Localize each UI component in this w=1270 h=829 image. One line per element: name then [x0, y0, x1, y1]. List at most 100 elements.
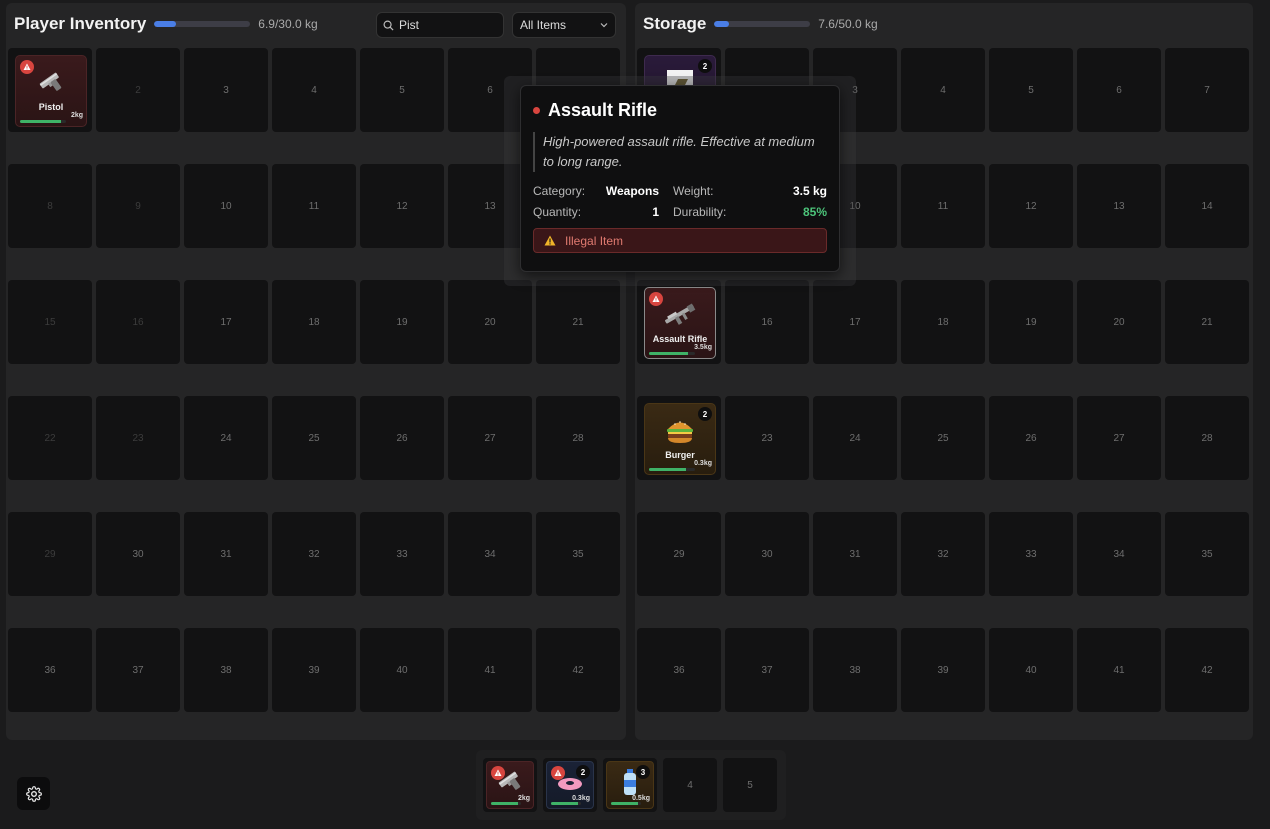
- storage-slot-38[interactable]: 38: [813, 628, 897, 712]
- player-slot-41[interactable]: 41: [448, 628, 532, 712]
- hotbar-slot-1[interactable]: 2kg: [483, 758, 537, 812]
- player-slot-31[interactable]: 31: [184, 512, 268, 596]
- player-slot-2[interactable]: 2: [96, 48, 180, 132]
- slot-number: 34: [484, 548, 496, 560]
- storage-slot-19[interactable]: 19: [989, 280, 1073, 364]
- player-slot-8[interactable]: 8: [8, 164, 92, 248]
- storage-slot-17[interactable]: 17: [813, 280, 897, 364]
- storage-slot-26[interactable]: 26: [989, 396, 1073, 480]
- search-input[interactable]: [399, 18, 499, 32]
- storage-slot-41[interactable]: 41: [1077, 628, 1161, 712]
- storage-slot-39[interactable]: 39: [901, 628, 985, 712]
- hotbar-item[interactable]: 2kg: [486, 761, 534, 809]
- player-slot-34[interactable]: 34: [448, 512, 532, 596]
- player-slot-3[interactable]: 3: [184, 48, 268, 132]
- player-slot-35[interactable]: 35: [536, 512, 620, 596]
- slot-number: 36: [44, 664, 56, 676]
- storage-slot-23[interactable]: 23: [725, 396, 809, 480]
- slot-number: 16: [132, 316, 144, 328]
- slot-number: 4: [687, 779, 693, 791]
- storage-slot-29[interactable]: 29: [637, 512, 721, 596]
- storage-slot-30[interactable]: 30: [725, 512, 809, 596]
- player-slot-5[interactable]: 5: [360, 48, 444, 132]
- player-slot-39[interactable]: 39: [272, 628, 356, 712]
- item-burger[interactable]: Burger 0.3kg 2: [644, 403, 716, 475]
- storage-slot-40[interactable]: 40: [989, 628, 1073, 712]
- storage-slot-20[interactable]: 20: [1077, 280, 1161, 364]
- category-filter-select[interactable]: All Items: [512, 12, 616, 38]
- player-slot-29[interactable]: 29: [8, 512, 92, 596]
- hotbar-slot-2[interactable]: 0.3kg 2: [543, 758, 597, 812]
- hotbar-item[interactable]: 0.3kg 2: [546, 761, 594, 809]
- storage-slot-16[interactable]: 16: [725, 280, 809, 364]
- storage-slot-42[interactable]: 42: [1165, 628, 1249, 712]
- player-slot-11[interactable]: 11: [272, 164, 356, 248]
- settings-button[interactable]: [17, 777, 50, 810]
- storage-slot-28[interactable]: 28: [1165, 396, 1249, 480]
- player-slot-27[interactable]: 27: [448, 396, 532, 480]
- player-slot-36[interactable]: 36: [8, 628, 92, 712]
- player-slot-30[interactable]: 30: [96, 512, 180, 596]
- storage-slot-37[interactable]: 37: [725, 628, 809, 712]
- player-slot-42[interactable]: 42: [536, 628, 620, 712]
- item-weight: 2kg: [517, 795, 530, 802]
- storage-slot-32[interactable]: 32: [901, 512, 985, 596]
- slot-number: 6: [1116, 84, 1122, 96]
- item-name: Assault Rifle: [652, 334, 708, 344]
- player-slot-25[interactable]: 25: [272, 396, 356, 480]
- storage-slot-7[interactable]: 7: [1165, 48, 1249, 132]
- hotbar-slot-5[interactable]: 5: [723, 758, 777, 812]
- player-slot-26[interactable]: 26: [360, 396, 444, 480]
- storage-slot-6[interactable]: 6: [1077, 48, 1161, 132]
- player-slot-33[interactable]: 33: [360, 512, 444, 596]
- storage-slot-35[interactable]: 35: [1165, 512, 1249, 596]
- player-slot-1[interactable]: Pistol 2kg: [8, 48, 92, 132]
- storage-slot-36[interactable]: 36: [637, 628, 721, 712]
- item-assault-rifle[interactable]: Assault Rifle 3.5kg: [644, 287, 716, 359]
- player-slot-16[interactable]: 16: [96, 280, 180, 364]
- player-slot-24[interactable]: 24: [184, 396, 268, 480]
- player-slot-18[interactable]: 18: [272, 280, 356, 364]
- player-slot-10[interactable]: 10: [184, 164, 268, 248]
- storage-slot-4[interactable]: 4: [901, 48, 985, 132]
- player-slot-37[interactable]: 37: [96, 628, 180, 712]
- item-pistol[interactable]: Pistol 2kg: [15, 55, 87, 127]
- slot-number: 27: [484, 432, 496, 444]
- tooltip-title-row: Assault Rifle: [533, 100, 827, 121]
- slot-number: 39: [308, 664, 320, 676]
- storage-slot-21[interactable]: 21: [1165, 280, 1249, 364]
- player-slot-22[interactable]: 22: [8, 396, 92, 480]
- storage-slot-31[interactable]: 31: [813, 512, 897, 596]
- storage-slot-12[interactable]: 12: [989, 164, 1073, 248]
- hotbar-item[interactable]: 0.5kg 3: [606, 761, 654, 809]
- player-slot-23[interactable]: 23: [96, 396, 180, 480]
- player-slot-4[interactable]: 4: [272, 48, 356, 132]
- player-slot-21[interactable]: 21: [536, 280, 620, 364]
- player-slot-9[interactable]: 9: [96, 164, 180, 248]
- storage-slot-14[interactable]: 14: [1165, 164, 1249, 248]
- storage-slot-18[interactable]: 18: [901, 280, 985, 364]
- storage-slot-24[interactable]: 24: [813, 396, 897, 480]
- storage-slot-27[interactable]: 27: [1077, 396, 1161, 480]
- search-box[interactable]: [376, 12, 504, 38]
- hotbar-slot-3[interactable]: 0.5kg 3: [603, 758, 657, 812]
- player-slot-20[interactable]: 20: [448, 280, 532, 364]
- hotbar-slot-4[interactable]: 4: [663, 758, 717, 812]
- player-slot-15[interactable]: 15: [8, 280, 92, 364]
- player-slot-28[interactable]: 28: [536, 396, 620, 480]
- storage-slot-5[interactable]: 5: [989, 48, 1073, 132]
- player-slot-32[interactable]: 32: [272, 512, 356, 596]
- storage-slot-25[interactable]: 25: [901, 396, 985, 480]
- storage-slot-22[interactable]: Burger 0.3kg 2: [637, 396, 721, 480]
- storage-slot-11[interactable]: 11: [901, 164, 985, 248]
- storage-slot-15[interactable]: Assault Rifle 3.5kg: [637, 280, 721, 364]
- tooltip-stats: Category: Weapons Weight: 3.5 kg Quantit…: [533, 184, 827, 219]
- player-slot-12[interactable]: 12: [360, 164, 444, 248]
- player-slot-19[interactable]: 19: [360, 280, 444, 364]
- player-slot-17[interactable]: 17: [184, 280, 268, 364]
- storage-slot-13[interactable]: 13: [1077, 164, 1161, 248]
- player-slot-38[interactable]: 38: [184, 628, 268, 712]
- player-slot-40[interactable]: 40: [360, 628, 444, 712]
- storage-slot-33[interactable]: 33: [989, 512, 1073, 596]
- storage-slot-34[interactable]: 34: [1077, 512, 1161, 596]
